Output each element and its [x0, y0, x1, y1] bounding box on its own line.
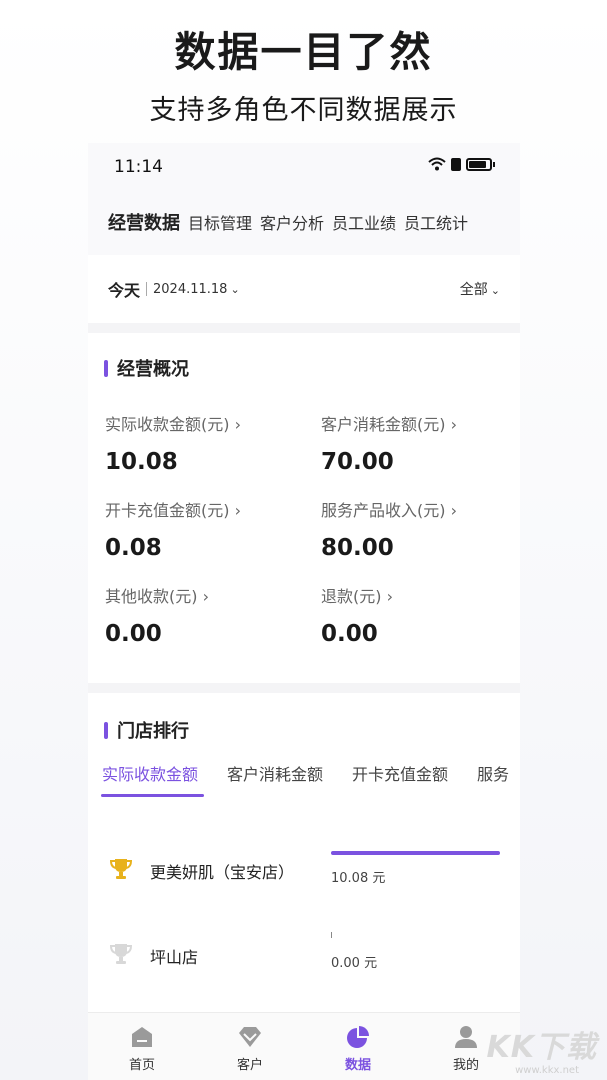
store-filter-dropdown[interactable]: 全部 ⌄: [460, 279, 500, 299]
promo-subtitle: 支持多角色不同数据展示: [149, 95, 458, 126]
metric-value: 0.00: [105, 621, 162, 647]
rank-tab-card-recharge[interactable]: 开卡充值金额: [352, 761, 448, 785]
tab-customer-analysis[interactable]: 客户分析: [260, 210, 324, 234]
overview-header: 经营概况: [104, 355, 189, 381]
phone-screen: 11:14 经营数据 目标管理 客户分析 员工业绩 员工统计 今天 2024.1…: [88, 143, 520, 1080]
store-name: 更美妍肌（宝安店）: [150, 863, 295, 882]
ranking-header: 门店排行: [104, 717, 189, 743]
metric-value: 70.00: [321, 449, 394, 475]
rank-tab-customer-consumption[interactable]: 客户消耗金额: [227, 761, 323, 785]
home-icon: [132, 1027, 152, 1047]
section-accent-bar: [104, 721, 108, 739]
ranking-title: 门店排行: [117, 721, 189, 742]
nav-customers[interactable]: 客户: [196, 1013, 304, 1080]
rank-tab-actual-receipts[interactable]: 实际收款金额: [102, 761, 198, 785]
silver-trophy-icon: [110, 944, 132, 964]
nav-home[interactable]: 首页: [88, 1013, 196, 1080]
metric-value: 0.08: [105, 535, 162, 561]
wifi-icon: [428, 157, 446, 171]
metric-card-recharge[interactable]: 开卡充值金额(元) › 0.08: [105, 497, 305, 561]
overview-title: 经营概况: [117, 359, 189, 380]
active-tab-indicator: [101, 794, 204, 797]
lock-icon: [451, 157, 461, 171]
watermark-url: www.kkx.net: [515, 1065, 579, 1076]
store-filter-label: 全部: [459, 282, 488, 298]
date-bar: 今天 2024.11.18 ⌄ 全部 ⌄: [88, 255, 520, 323]
date-divider: [146, 282, 148, 296]
metric-actual-receipts[interactable]: 实际收款金额(元) › 10.08: [105, 411, 305, 475]
tab-target-management[interactable]: 目标管理: [188, 210, 252, 234]
section-accent-bar: [104, 359, 108, 377]
metric-other-receipts[interactable]: 其他收款(元) › 0.00: [105, 583, 305, 647]
store-name: 坪山店: [150, 948, 199, 967]
rank-bar-empty: [331, 932, 332, 938]
gold-trophy-icon: [110, 859, 132, 879]
status-bar: 11:14: [88, 143, 520, 189]
nav-label: 我的: [452, 1058, 479, 1073]
nav-label: 数据: [344, 1058, 371, 1073]
tab-staff-performance[interactable]: 员工业绩: [332, 210, 396, 234]
bottom-nav: 首页 客户 数据 我的: [88, 1012, 520, 1080]
ranking-row[interactable]: 坪山店 0.00 元: [88, 932, 520, 986]
metric-value: 0.00: [321, 621, 378, 647]
rank-tab-service[interactable]: 服务: [477, 761, 509, 785]
metric-label: 开卡充值金额(元) ›: [105, 501, 241, 520]
metric-label: 实际收款金额(元) ›: [105, 415, 241, 434]
battery-icon: [466, 157, 495, 171]
tab-staff-statistics[interactable]: 员工统计: [404, 210, 468, 234]
metric-label: 服务产品收入(元) ›: [321, 501, 457, 520]
watermark-logo: KK下载: [486, 1030, 597, 1065]
tab-business-data[interactable]: 经营数据: [108, 209, 180, 235]
metric-label: 客户消耗金额(元) ›: [321, 415, 457, 434]
rank-bar: [331, 851, 500, 855]
metric-value: 80.00: [321, 535, 394, 561]
date-today-button[interactable]: 今天: [108, 277, 140, 301]
metric-label: 退款(元) ›: [321, 587, 393, 606]
ranking-tabs: 实际收款金额 客户消耗金额 开卡充值金额 服务: [102, 761, 509, 785]
nav-label: 首页: [128, 1058, 155, 1073]
date-picker[interactable]: 2024.11.18 ⌄: [153, 282, 240, 297]
rank-amount: 10.08 元: [331, 871, 386, 886]
metric-label: 其他收款(元) ›: [105, 587, 209, 606]
nav-label: 客户: [236, 1058, 263, 1073]
status-icons: [428, 157, 495, 171]
metric-service-income[interactable]: 服务产品收入(元) › 80.00: [321, 497, 520, 561]
status-time: 11:14: [114, 157, 163, 177]
ranking-row[interactable]: 更美妍肌（宝安店） 10.08 元: [88, 851, 520, 901]
overview-card: 经营概况 实际收款金额(元) › 10.08 客户消耗金额(元) › 70.00…: [88, 333, 520, 683]
top-tabs: 经营数据 目标管理 客户分析 员工业绩 员工统计: [88, 189, 520, 255]
promo-title: 数据一目了然: [174, 28, 433, 76]
rank-amount: 0.00 元: [331, 956, 378, 971]
metric-customer-consumption[interactable]: 客户消耗金额(元) › 70.00: [321, 411, 520, 475]
metric-value: 10.08: [105, 449, 178, 475]
date-value: 2024.11.18: [153, 281, 228, 297]
diamond-icon: [239, 1027, 261, 1047]
chevron-down-icon: ⌄: [490, 284, 500, 297]
user-icon: [455, 1026, 477, 1048]
nav-data[interactable]: 数据: [304, 1013, 412, 1080]
chevron-down-icon: ⌄: [230, 282, 240, 296]
metric-refunds[interactable]: 退款(元) › 0.00: [321, 583, 520, 647]
pie-chart-icon: [347, 1026, 369, 1048]
